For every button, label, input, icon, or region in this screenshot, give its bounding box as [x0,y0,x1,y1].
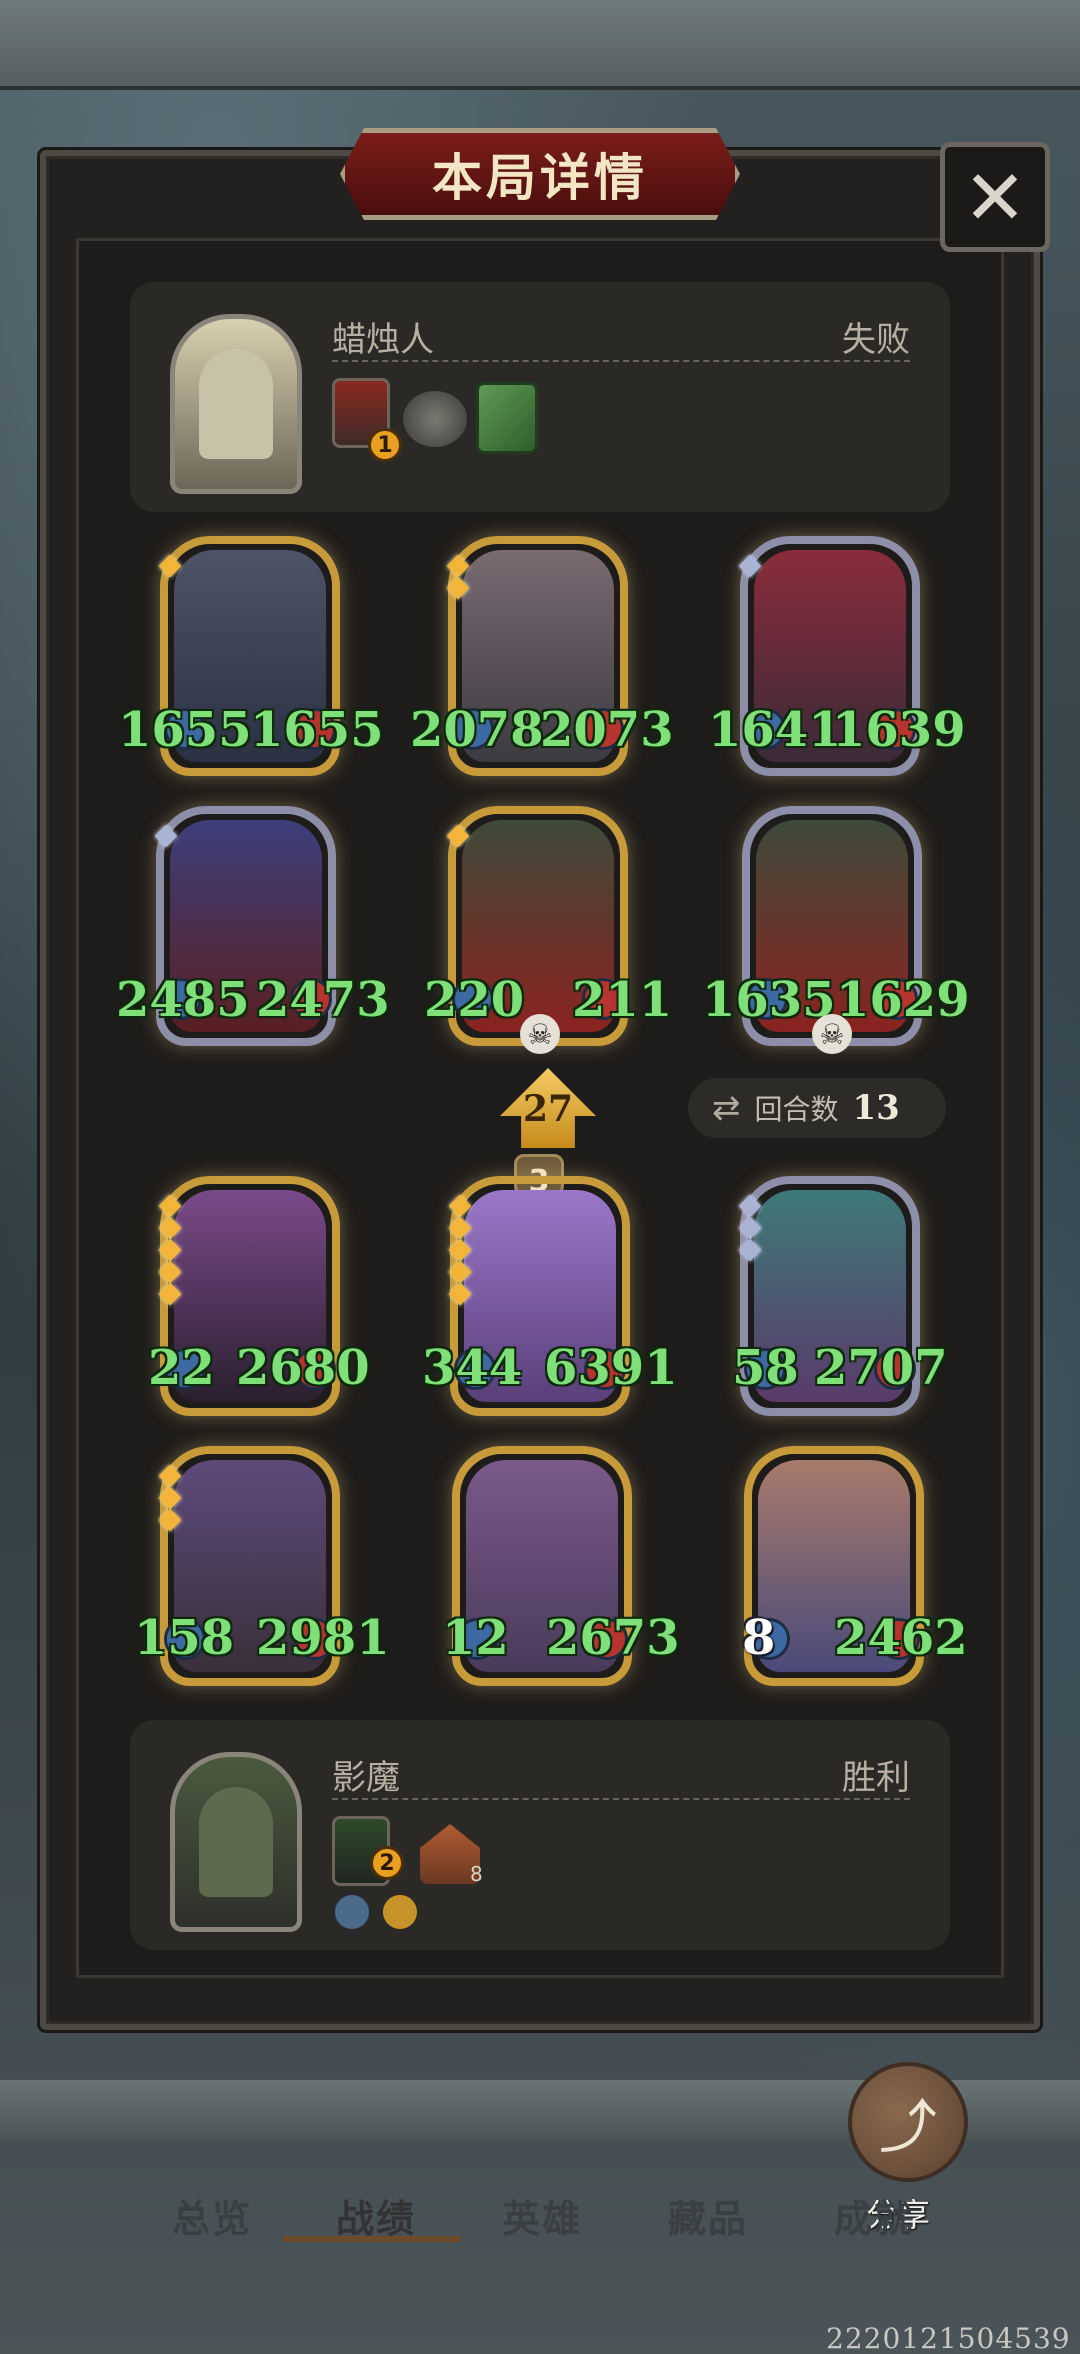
player-unit-4-atk: 158 [134,1610,235,1666]
enemy-unit-2-hp: 2073 [540,702,674,758]
gold-rune-icon[interactable] [380,1892,420,1932]
player-unit-6-hp: 2462 [834,1610,968,1666]
item-level-badge: 2 [370,1846,404,1880]
close-button[interactable]: ✕ [940,142,1050,252]
enemy-unit-6-hp: 1629 [836,972,970,1028]
top-banner [0,0,1080,90]
player-unit-3-hp: 2707 [814,1340,948,1396]
enemy-unit-4-atk: 2485 [116,972,250,1028]
title-plate: 本局详情 [340,128,740,220]
tab-achievements[interactable]: 成就 [834,2188,914,2243]
player-unit-1-atk: 22 [148,1340,215,1396]
player-unit-1-hp: 2680 [236,1340,370,1396]
bottom-nav: 总览 战绩 英雄 藏品 成就 [0,2140,1080,2300]
green-book-icon[interactable] [476,382,538,454]
enemy-unit-4-hp: 2473 [256,972,390,1028]
round-cycle-icon: ⇄ [712,1088,741,1128]
opponent-portrait[interactable] [170,314,302,494]
player-card: 影魔 胜利 2 8 [130,1720,950,1950]
opponent-result: 失败 [842,320,910,360]
arrow-value: 27 [522,1088,574,1130]
enemy-unit-1-hp: 1655 [250,702,384,758]
pocket-watch-icon[interactable] [400,388,470,450]
divider [332,1798,910,1800]
player-unit-2-atk: 344 [422,1340,523,1396]
tab-records[interactable]: 战绩 [336,2188,416,2243]
player-unit-2-hp: 6391 [544,1340,678,1396]
player-unit-5-atk: 12 [442,1610,509,1666]
player-result: 胜利 [842,1758,910,1798]
opponent-card: 蜡烛人 失败 1 [130,282,950,512]
player-portrait[interactable] [170,1752,302,1932]
player-name: 影魔 [332,1758,400,1798]
round-label: 回合数 [754,1093,839,1126]
player-unit-6-atk: 8 [742,1610,776,1666]
tab-collection[interactable]: 藏品 [668,2188,748,2243]
round-counter: ⇄ 回合数 13 [688,1078,946,1138]
house-count: 8 [470,1862,483,1886]
opponent-name: 蜡烛人 [332,320,434,360]
tab-overview[interactable]: 总览 [172,2188,252,2243]
player-unit-4-hp: 2981 [256,1610,390,1666]
page-title: 本局详情 [432,149,648,207]
enemy-unit-6-atk: 1635 [702,972,836,1028]
skull-icon: ☠ [520,1014,560,1054]
enemy-unit-3-hp: 1639 [832,702,966,758]
round-value: 13 [852,1088,900,1128]
game-id: 2220121504539 [826,2322,1071,2354]
skull-icon: ☠ [812,1014,852,1054]
player-unit-5-hp: 2673 [546,1610,680,1666]
item-level-badge: 1 [368,428,402,462]
divider [332,360,910,362]
enemy-unit-1-atk: 1655 [118,702,252,758]
enemy-unit-2-atk: 2078 [410,702,544,758]
enemy-unit-5-hp: 211 [572,972,673,1028]
active-tab-indicator [282,2236,462,2242]
crossed-swords-icon[interactable] [332,1892,372,1932]
enemy-unit-3-atk: 1641 [708,702,842,758]
tab-heroes[interactable]: 英雄 [502,2188,582,2243]
player-unit-3-atk: 58 [732,1340,799,1396]
enemy-unit-5-atk: 220 [424,972,525,1028]
close-icon: ✕ [963,152,1027,242]
